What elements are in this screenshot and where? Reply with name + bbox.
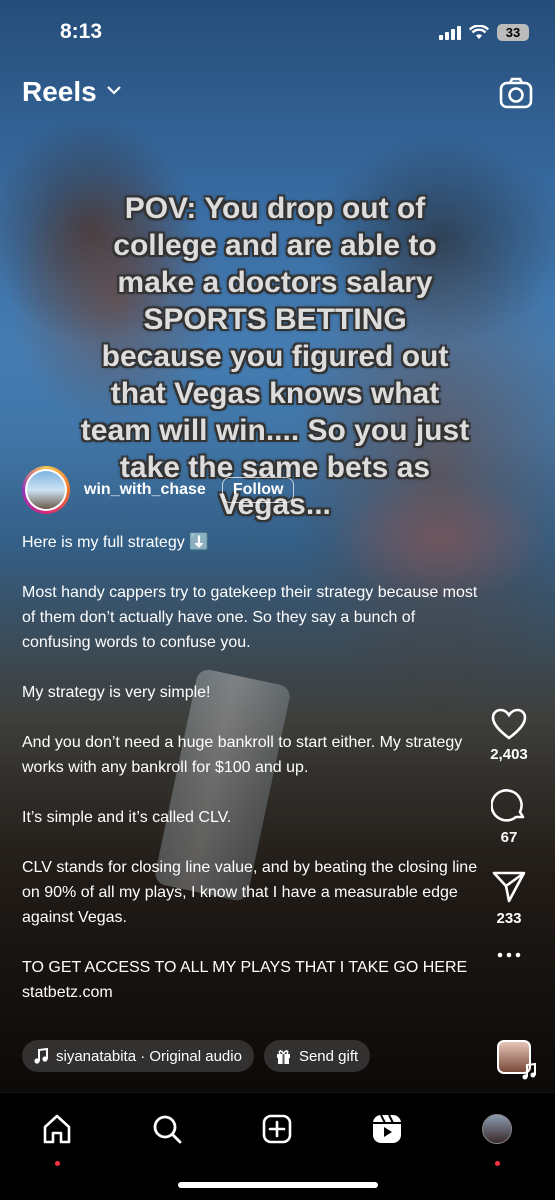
notification-dot [55,1161,60,1166]
status-time: 8:13 [60,20,103,43]
send-gift-label: Send gift [298,1047,359,1065]
header: Reels [22,76,533,112]
more-action[interactable] [497,951,521,959]
comment-count: 67 [500,829,518,846]
nav-reels[interactable] [367,1109,407,1149]
share-count: 233 [496,910,522,927]
action-rail: 2,403 67 233 [483,708,535,983]
reels-title[interactable]: Reels [22,76,97,107]
like-action[interactable]: 2,403 [490,708,528,763]
heart-icon[interactable] [491,708,527,740]
signal-icon [439,25,461,40]
search-icon[interactable] [151,1113,183,1145]
like-count: 2,403 [490,746,528,763]
chip-row: siyanatabita · Original audio Send gift [22,1040,371,1072]
music-note-icon [34,1048,48,1064]
create-icon[interactable] [262,1114,292,1144]
share-action[interactable]: 233 [492,870,526,927]
home-indicator [178,1182,378,1188]
profile-avatar[interactable] [482,1114,512,1144]
battery-indicator: 33 [497,24,529,41]
comment-icon[interactable] [491,787,527,823]
camera-icon[interactable] [499,76,533,110]
home-icon[interactable] [41,1113,73,1145]
nav-search[interactable] [147,1109,187,1149]
caption-paragraph: Here is my full strategy ⬇️ [22,534,210,551]
nav-profile[interactable] [477,1109,517,1166]
caption-paragraph: It’s simple and it’s called CLV. [22,809,232,826]
audio-label: siyanatabita · Original audio [56,1047,242,1065]
caption-paragraph: CLV stands for closing line value, and b… [22,859,478,926]
caption-paragraph: Most handy cappers try to gatekeep their… [22,584,478,651]
wifi-icon [469,25,489,39]
author-username[interactable]: win_with_chase [84,481,206,499]
status-bar: 8:13 33 [0,18,555,48]
audio-chip[interactable]: siyanatabita · Original audio [22,1040,254,1072]
caption-paragraph: TO GET ACCESS TO ALL MY PLAYS THAT I TAK… [22,959,468,1001]
author-avatar[interactable] [22,466,70,514]
bottom-nav [0,1092,555,1200]
send-gift-chip[interactable]: Send gift [263,1040,371,1072]
comment-action[interactable]: 67 [491,787,527,846]
caption-paragraph: And you don’t need a huge bankroll to st… [22,734,463,776]
more-icon[interactable] [497,951,521,959]
caption[interactable]: Here is my full strategy ⬇️ Most handy c… [22,530,482,1005]
nav-create[interactable] [257,1109,297,1149]
nav-home[interactable] [37,1109,77,1166]
send-icon[interactable] [492,870,526,904]
music-note-icon [522,1062,536,1080]
chevron-down-icon[interactable] [107,86,121,95]
reels-icon[interactable] [372,1114,402,1144]
author-row: win_with_chase Follow [22,466,295,514]
caption-paragraph: My strategy is very simple! [22,684,211,701]
notification-dot [495,1161,500,1166]
gift-icon [276,1049,290,1064]
follow-button[interactable]: Follow [221,477,295,503]
